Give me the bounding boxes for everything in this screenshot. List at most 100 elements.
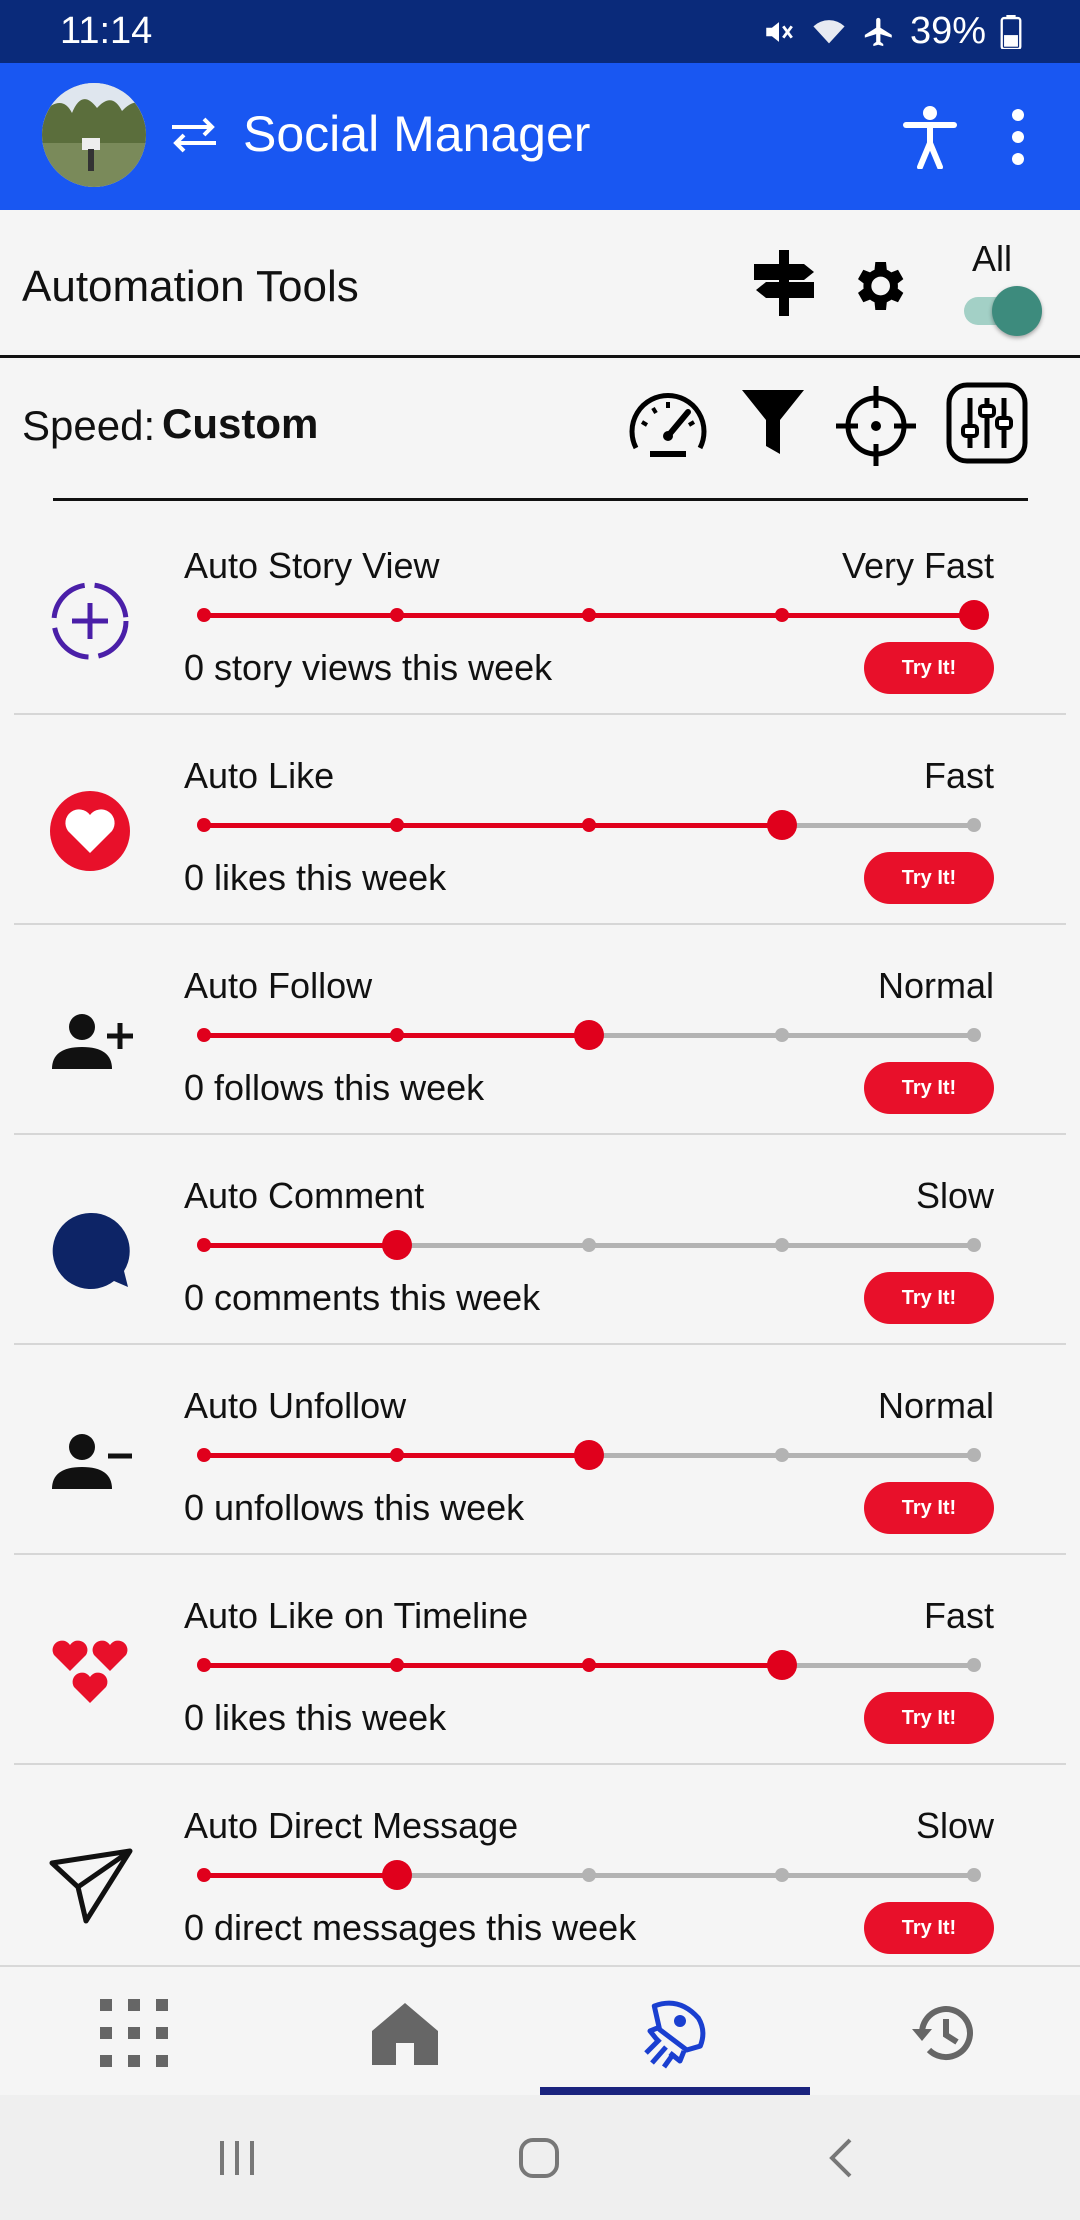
slider-thumb[interactable] bbox=[959, 600, 989, 630]
speed-slider[interactable] bbox=[197, 810, 981, 840]
speed-level-label: Very Fast bbox=[841, 545, 994, 586]
status-time: 11:14 bbox=[60, 10, 153, 52]
slider-stop[interactable] bbox=[774, 608, 789, 622]
try-it-button[interactable]: Try It! bbox=[864, 1062, 994, 1114]
automation-row-3: Auto Comment Slow 0 comments this week T… bbox=[0, 1135, 1080, 1345]
more-vert-icon[interactable] bbox=[1010, 107, 1026, 167]
speed-slider[interactable] bbox=[197, 1860, 981, 1890]
signpost-icon[interactable] bbox=[752, 250, 816, 316]
weekly-stat: 0 likes this week bbox=[184, 857, 447, 898]
slider-thumb[interactable] bbox=[381, 1230, 412, 1260]
slider-stop[interactable] bbox=[582, 1658, 596, 1672]
slider-stop[interactable] bbox=[197, 1448, 211, 1462]
swap-icon[interactable] bbox=[168, 115, 220, 155]
slider-stop[interactable] bbox=[967, 818, 981, 832]
automation-label: Auto Follow bbox=[184, 965, 373, 1006]
speed-level-label: Fast bbox=[923, 755, 994, 796]
slider-stop[interactable] bbox=[582, 608, 596, 622]
try-it-button[interactable]: Try It! bbox=[864, 1272, 994, 1324]
slider-stop[interactable] bbox=[197, 608, 211, 622]
slider-stop[interactable] bbox=[197, 1868, 211, 1882]
slider-thumb[interactable] bbox=[381, 1860, 412, 1890]
slider-stop[interactable] bbox=[197, 1028, 211, 1042]
slider-stop[interactable] bbox=[582, 1238, 596, 1252]
gear-icon[interactable] bbox=[846, 254, 910, 318]
speed-slider[interactable] bbox=[197, 1440, 981, 1470]
slider-stop[interactable] bbox=[389, 1658, 404, 1672]
automation-row-0: Auto Story View Very Fast 0 story views … bbox=[0, 505, 1080, 715]
slider-stop[interactable] bbox=[389, 1448, 404, 1462]
grid-icon[interactable] bbox=[100, 1999, 168, 2067]
person-add-icon bbox=[42, 993, 138, 1089]
automation-row-2: Auto Follow Normal 0 follows this week T… bbox=[0, 925, 1080, 1135]
slider-stop[interactable] bbox=[582, 1868, 596, 1882]
speed-level-label: Slow bbox=[915, 1805, 994, 1846]
airplane-icon bbox=[864, 17, 892, 46]
speed-slider[interactable] bbox=[197, 1650, 981, 1680]
try-it-button[interactable]: Try It! bbox=[864, 1692, 994, 1744]
battery-text: 39% bbox=[909, 10, 986, 52]
try-it-button[interactable]: Try It! bbox=[864, 642, 994, 694]
weekly-stat: 0 comments this week bbox=[184, 1277, 541, 1318]
try-it-button[interactable]: Try It! bbox=[864, 1482, 994, 1534]
all-label: All bbox=[972, 238, 1013, 279]
home-icon[interactable] bbox=[370, 2001, 440, 2065]
wifi-icon bbox=[813, 19, 845, 43]
speed-value[interactable]: Custom bbox=[162, 400, 318, 448]
slider-thumb[interactable] bbox=[574, 1440, 604, 1470]
speed-slider[interactable] bbox=[197, 1020, 981, 1050]
history-icon[interactable] bbox=[912, 2001, 976, 2065]
slider-stop[interactable] bbox=[197, 818, 211, 832]
slider-thumb[interactable] bbox=[766, 1650, 797, 1680]
mute-icon bbox=[766, 21, 793, 42]
slider-stop[interactable] bbox=[389, 608, 404, 622]
slider-stop[interactable] bbox=[389, 818, 404, 832]
slider-stop[interactable] bbox=[582, 818, 596, 832]
speed-slider[interactable] bbox=[197, 600, 989, 630]
tools-title: Automation Tools bbox=[22, 262, 359, 311]
slider-stop[interactable] bbox=[774, 1238, 789, 1252]
slider-stop[interactable] bbox=[967, 1448, 981, 1462]
automation-label: Auto Story View bbox=[184, 545, 440, 586]
weekly-stat: 0 follows this week bbox=[184, 1067, 485, 1108]
speed-level-label: Normal bbox=[877, 965, 994, 1006]
speed-divider bbox=[53, 498, 1028, 501]
slider-stop[interactable] bbox=[967, 1868, 981, 1882]
filter-icon[interactable] bbox=[740, 386, 806, 456]
speed-slider[interactable] bbox=[197, 1230, 981, 1260]
battery-icon bbox=[1000, 14, 1022, 49]
slider-thumb[interactable] bbox=[574, 1020, 604, 1050]
slider-stop[interactable] bbox=[967, 1658, 981, 1672]
back-icon[interactable] bbox=[826, 2137, 854, 2179]
status-bar: 11:14 39% bbox=[0, 0, 1080, 63]
slider-stop[interactable] bbox=[967, 1028, 981, 1042]
status-icons: 39% bbox=[762, 10, 1022, 53]
automation-row-6: Auto Direct Message Slow 0 direct messag… bbox=[0, 1765, 1080, 1975]
slider-stop[interactable] bbox=[774, 1448, 789, 1462]
slider-stop[interactable] bbox=[197, 1658, 211, 1672]
avatar[interactable] bbox=[42, 83, 146, 187]
app-title: Social Manager bbox=[243, 106, 591, 162]
slider-stop[interactable] bbox=[389, 1028, 404, 1042]
slider-stop[interactable] bbox=[774, 1028, 789, 1042]
speedometer-icon[interactable] bbox=[626, 386, 710, 466]
slider-stop[interactable] bbox=[774, 1868, 789, 1882]
weekly-stat: 0 story views this week bbox=[184, 647, 553, 688]
try-it-button[interactable]: Try It! bbox=[864, 852, 994, 904]
automation-list: Auto Story View Very Fast 0 story views … bbox=[0, 505, 1080, 1975]
all-toggle[interactable] bbox=[962, 284, 1042, 336]
automation-label: Auto Unfollow bbox=[184, 1385, 407, 1426]
rocket-icon[interactable] bbox=[638, 1991, 718, 2071]
try-it-button[interactable]: Try It! bbox=[864, 1902, 994, 1954]
target-icon[interactable] bbox=[836, 386, 916, 466]
automation-label: Auto Comment bbox=[184, 1175, 425, 1216]
home-button-icon[interactable] bbox=[518, 2137, 560, 2179]
speed-level-label: Fast bbox=[923, 1595, 994, 1636]
slider-thumb[interactable] bbox=[766, 810, 797, 840]
slider-stop[interactable] bbox=[197, 1238, 211, 1252]
slider-stop[interactable] bbox=[967, 1238, 981, 1252]
automation-label: Auto Like on Timeline bbox=[184, 1595, 529, 1636]
sliders-icon[interactable] bbox=[946, 382, 1028, 464]
accessibility-icon[interactable] bbox=[902, 105, 958, 169]
recent-apps-icon[interactable] bbox=[218, 2139, 256, 2177]
